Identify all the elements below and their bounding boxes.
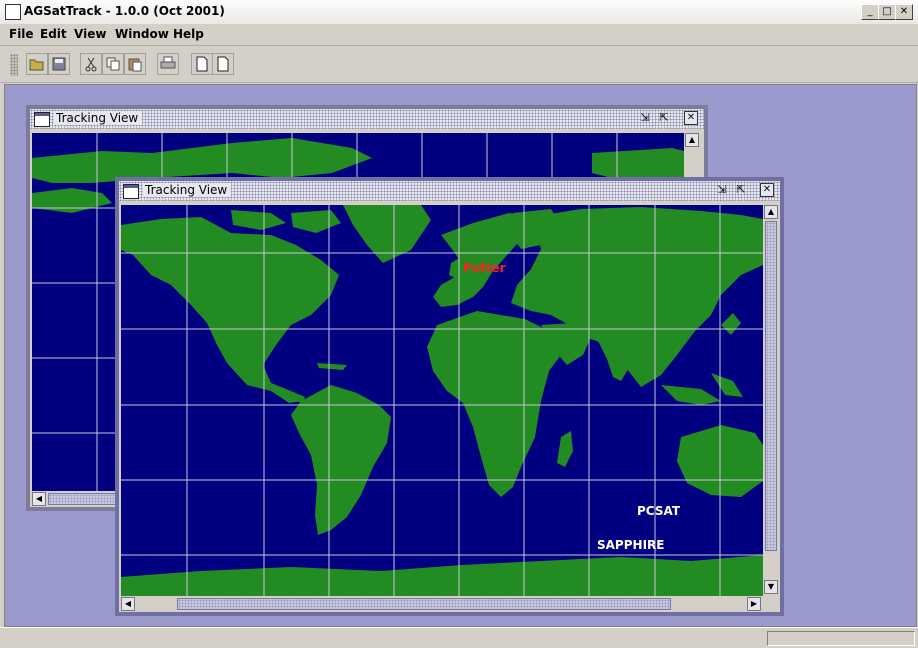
tracking-view-window-front[interactable]: Tracking View ⇲ ⇱ ✕ Potter PCSAT SAPPHIR… (115, 177, 784, 616)
new-document-button[interactable] (191, 53, 213, 75)
toolbar-grip[interactable] (10, 54, 18, 76)
scroll-thumb[interactable] (765, 221, 777, 551)
world-map[interactable]: Potter PCSAT SAPPHIRE (121, 205, 763, 596)
close-icon[interactable]: ✕ (684, 111, 698, 125)
scroll-right-icon[interactable]: ▶ (747, 597, 761, 611)
maximize-icon[interactable]: ⇱ (657, 111, 671, 125)
window-title-bar[interactable]: Tracking View ⇲ ⇱ ✕ (119, 181, 780, 201)
menu-view[interactable]: View (74, 27, 106, 41)
iconify-icon[interactable]: ⇲ (715, 183, 729, 197)
status-field (767, 631, 915, 646)
menu-file[interactable]: File (9, 27, 34, 41)
print-button[interactable] (157, 53, 179, 75)
minimize-button[interactable]: _ (861, 4, 879, 20)
open-button[interactable] (26, 53, 48, 75)
save-button[interactable] (48, 53, 70, 75)
status-bar (0, 627, 918, 648)
app-title-bar: AGSatTrack - 1.0.0 (Oct 2001) _ □ ✕ (0, 0, 918, 25)
save-icon (52, 57, 66, 71)
scroll-left-icon[interactable]: ◀ (32, 492, 46, 506)
scroll-thumb[interactable] (177, 598, 671, 610)
copy-icon (106, 57, 120, 71)
window-icon (34, 112, 50, 127)
menu-bar: File Edit View Window Help (0, 24, 918, 46)
satellite-label-sapphire[interactable]: SAPPHIRE (597, 538, 664, 552)
ground-station-label[interactable]: Potter (463, 261, 506, 275)
iconify-icon[interactable]: ⇲ (638, 111, 652, 125)
app-icon (5, 4, 21, 20)
satellite-label-pcsat[interactable]: PCSAT (637, 504, 680, 518)
cut-button[interactable] (80, 53, 102, 75)
scroll-left-icon[interactable]: ◀ (121, 597, 135, 611)
map-graphic (121, 205, 763, 596)
window-title-bar[interactable]: Tracking View ⇲ ⇱ ✕ (30, 109, 704, 129)
copy-button[interactable] (102, 53, 124, 75)
horizontal-scrollbar[interactable]: ◀ ▶ (121, 596, 763, 612)
open-icon (29, 59, 44, 71)
scroll-down-icon[interactable]: ▼ (764, 580, 778, 594)
new-document-icon (196, 56, 208, 72)
mdi-desktop: Tracking View ⇲ ⇱ ✕ ▲ ◀ Tracking View ⇲ … (4, 84, 917, 627)
maximize-button[interactable]: □ (878, 4, 896, 20)
close-icon[interactable]: ✕ (760, 183, 774, 197)
cut-icon (85, 57, 97, 72)
maximize-icon[interactable]: ⇱ (734, 183, 748, 197)
app-title: AGSatTrack - 1.0.0 (Oct 2001) (24, 4, 225, 18)
new-window-icon (217, 56, 229, 72)
close-button[interactable]: ✕ (895, 4, 913, 20)
menu-edit[interactable]: Edit (40, 27, 67, 41)
menu-window[interactable]: Window (115, 27, 169, 41)
vertical-scrollbar[interactable]: ▲ ▼ (763, 205, 779, 596)
window-icon (123, 184, 139, 199)
paste-icon (128, 58, 142, 72)
paste-button[interactable] (124, 53, 146, 75)
window-title: Tracking View (54, 111, 143, 125)
menu-help[interactable]: Help (173, 27, 204, 41)
scroll-up-icon[interactable]: ▲ (764, 205, 778, 219)
print-icon (160, 56, 176, 69)
toolbar (0, 46, 918, 83)
new-window-button[interactable] (212, 53, 234, 75)
scroll-up-icon[interactable]: ▲ (685, 133, 699, 147)
window-title: Tracking View (143, 183, 232, 197)
